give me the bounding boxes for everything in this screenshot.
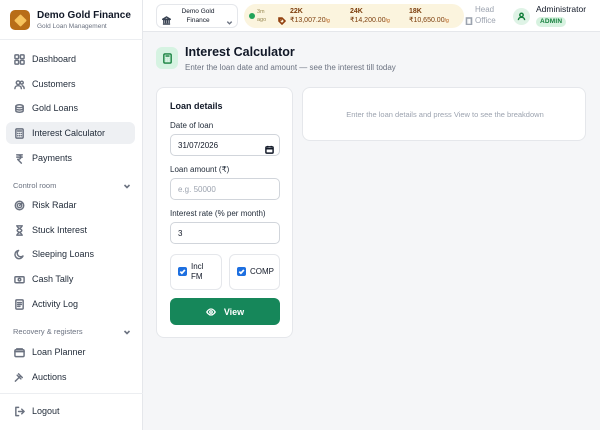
incl-fm-checkbox[interactable]: Incl FM	[170, 254, 222, 290]
sidebar-item-label: Gold Loans	[32, 103, 79, 113]
office-name: Head Office	[475, 5, 496, 25]
sidebar-item-label: Loan Planner	[32, 347, 86, 357]
role-badge: ADMIN	[536, 17, 567, 27]
sidebar-item-cash-tally[interactable]: Cash Tally	[6, 268, 135, 290]
radar-icon	[14, 200, 25, 211]
sidebar-item-label: Cash Tally	[32, 274, 74, 284]
sidebar-item-auctions[interactable]: Auctions	[6, 366, 135, 388]
bank-icon	[160, 12, 173, 25]
hourglass-icon	[14, 224, 25, 236]
interest-rate-input[interactable]	[170, 222, 280, 244]
amount-label: Loan amount (₹)	[170, 165, 230, 174]
branch-name: Demo Gold Finance	[181, 8, 215, 24]
user-avatar-icon	[513, 8, 530, 25]
logout-label: Logout	[32, 406, 60, 416]
brand-header: Demo Gold Finance Gold Loan Management	[0, 0, 143, 40]
section-control-room[interactable]: Control room	[13, 181, 131, 190]
sidebar-item-label: Interest Calculator	[32, 128, 106, 138]
section-recovery-registers[interactable]: Recovery & registers	[13, 327, 131, 336]
rate-label: Interest rate (% per month)	[170, 209, 266, 218]
gavel-icon	[14, 372, 25, 383]
live-status-dot	[249, 13, 255, 19]
coins-icon	[14, 103, 25, 114]
sidebar-item-loan-planner[interactable]: Loan Planner	[6, 341, 135, 363]
date-label: Date of loan	[170, 121, 214, 130]
brand-subtitle: Gold Loan Management	[37, 23, 107, 30]
calculator-icon	[14, 127, 25, 139]
comp-checkbox[interactable]: COMP	[229, 254, 280, 290]
rupee-icon	[14, 153, 25, 164]
sidebar-item-label: Stuck Interest	[32, 225, 88, 235]
page-subtitle: Enter the loan date and amount — see the…	[185, 63, 396, 72]
branch-select[interactable]: Demo Gold Finance	[156, 4, 238, 28]
page-title: Interest Calculator	[185, 45, 295, 59]
sidebar-divider	[0, 393, 143, 394]
logout-icon	[14, 406, 25, 417]
sidebar-item-payments[interactable]: Payments	[6, 147, 135, 169]
sidebar-item-label: Activity Log	[32, 299, 79, 309]
rate-22k: 22K ₹13,007.20/g	[290, 8, 330, 24]
sidebar-item-label: Customers	[32, 79, 76, 89]
grid-icon	[14, 53, 25, 65]
loan-details-card: Loan details Date of loan Loan amount (₹…	[156, 87, 293, 338]
office-indicator: Head Office	[465, 4, 503, 28]
sidebar-item-customers[interactable]: Customers	[6, 73, 135, 95]
section-label: Control room	[13, 181, 57, 190]
user-name: Administrator	[536, 4, 587, 14]
gold-rates-ticker[interactable]: 3m ago 22K ₹13,007.20/g 24K ₹14,200.00/g…	[244, 4, 464, 28]
section-label: Recovery & registers	[13, 327, 83, 336]
logout-button[interactable]: Logout	[6, 400, 135, 422]
brand-logo-icon	[10, 10, 30, 30]
rate-24k: 24K ₹14,200.00/g	[350, 8, 390, 24]
sidebar-item-stuck-interest[interactable]: Stuck Interest	[6, 219, 135, 241]
result-panel: Enter the loan details and press View to…	[302, 87, 586, 141]
log-icon	[14, 298, 25, 310]
view-button[interactable]: View	[170, 298, 280, 325]
card-title: Loan details	[170, 101, 223, 111]
sidebar-item-label: Payments	[32, 153, 73, 163]
chevron-down-icon	[123, 183, 131, 189]
sidebar-item-label: Sleeping Loans	[32, 249, 95, 259]
checkbox-checked-icon	[237, 267, 246, 276]
sidebar-item-interest-calculator[interactable]: Interest Calculator	[6, 122, 135, 144]
sidebar-item-sleeping-loans[interactable]: Sleeping Loans	[6, 243, 135, 265]
sidebar-item-label: Risk Radar	[32, 200, 77, 210]
sidebar-item-label: Auctions	[32, 372, 67, 382]
users-icon	[14, 79, 25, 90]
sidebar-item-activity-log[interactable]: Activity Log	[6, 293, 135, 315]
checkbox-checked-icon	[178, 267, 187, 276]
comp-label: COMP	[250, 267, 274, 276]
sidebar-item-gold-loans[interactable]: Gold Loans	[6, 97, 135, 119]
sidebar-item-label: Dashboard	[32, 54, 77, 64]
loan-date-input[interactable]	[170, 134, 280, 156]
rates-updated-ago: 3m ago	[257, 9, 267, 23]
chevron-down-icon	[123, 329, 131, 335]
sidebar-item-dashboard[interactable]: Dashboard	[6, 48, 135, 70]
sidebar-item-risk-radar[interactable]: Risk Radar	[6, 194, 135, 216]
rate-18k: 18K ₹10,650.00/g	[409, 8, 449, 24]
brand-name: Demo Gold Finance	[37, 10, 131, 21]
tag-icon	[278, 12, 287, 26]
sidebar: Demo Gold Finance Gold Loan Management D…	[0, 0, 143, 430]
cash-icon	[14, 274, 25, 285]
user-menu[interactable]: Administrator ADMIN	[513, 3, 599, 29]
loan-amount-input[interactable]	[170, 178, 280, 200]
empty-state-message: Enter the loan details and press View to…	[346, 110, 544, 119]
moon-icon	[14, 249, 25, 260]
building-icon	[465, 12, 473, 26]
view-button-label: View	[223, 306, 245, 317]
chevron-down-icon	[226, 13, 233, 25]
incl-fm-label: Incl FM	[191, 262, 204, 281]
calculator-icon	[156, 47, 178, 69]
topbar: Demo Gold Finance 3m ago 22K ₹13,007.20/…	[143, 0, 600, 32]
eye-icon	[205, 307, 216, 316]
wallet-icon	[14, 347, 25, 358]
